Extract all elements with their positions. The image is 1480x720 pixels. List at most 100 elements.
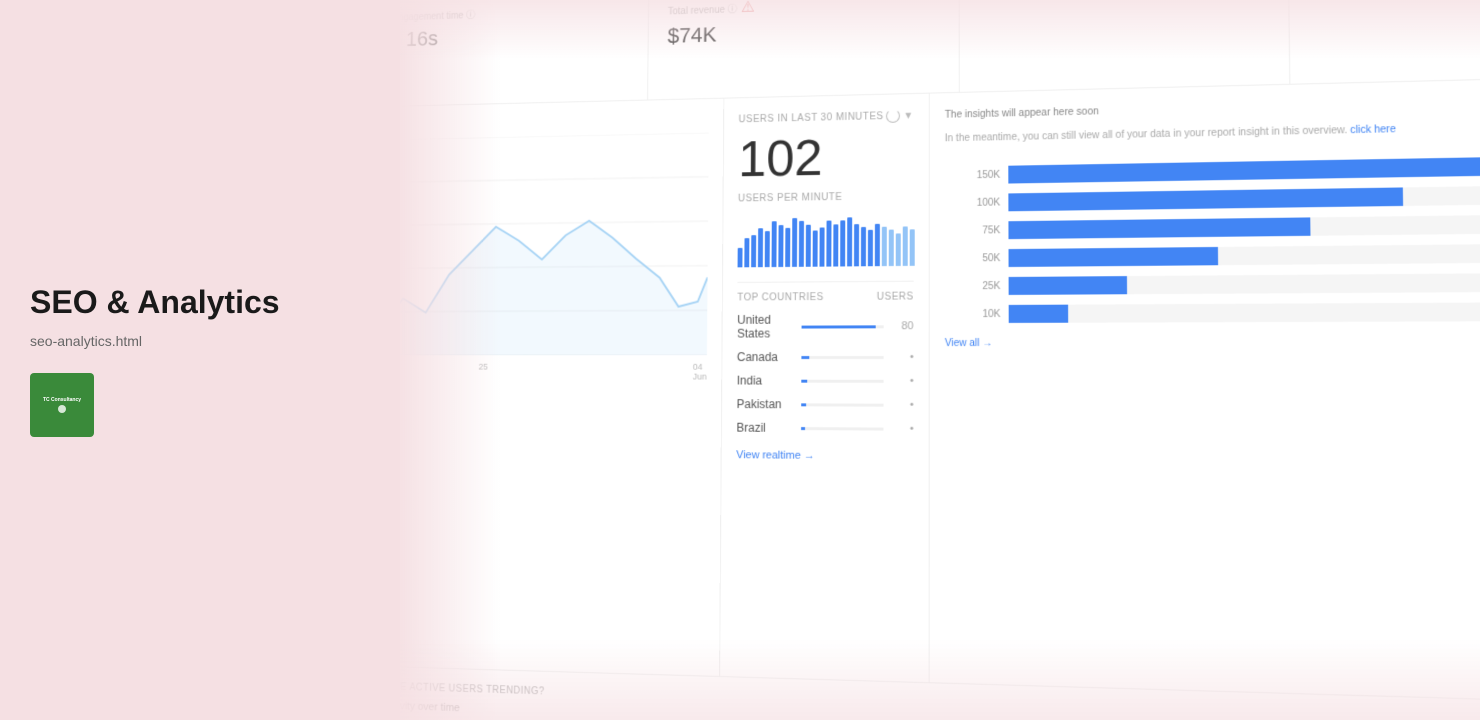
horiz-bar-track-2: [1008, 213, 1480, 239]
country-num-3: •: [894, 399, 914, 411]
thumbnail-title: TC Consultancy: [43, 397, 81, 403]
mini-bar-14: [833, 224, 838, 266]
main-content: Users 5K 4K 3K 2K 1K 0: [400, 76, 1480, 720]
revenue-value: $74K: [667, 15, 938, 48]
mini-bar-19: [868, 230, 873, 266]
country-row-0: United States 80: [737, 312, 914, 340]
country-num-4: •: [893, 423, 913, 435]
country-row-2: India•: [737, 374, 914, 388]
countries-header: TOP COUNTRIES USERS: [737, 292, 913, 304]
countries-section: TOP COUNTRIES USERS United States 80 Canad…: [736, 281, 913, 463]
page-title: SEO & Analytics: [30, 284, 370, 321]
country-name-3: Pakistan: [737, 397, 791, 411]
info-header: The insights will appear here soon: [945, 92, 1480, 122]
country-name-0: United States: [737, 313, 791, 341]
country-row-1: Canada •: [737, 350, 914, 364]
horiz-bar-row-1: 100K: [945, 184, 1480, 212]
insights-header-text: The insights will appear here soon: [945, 106, 1099, 120]
mini-bar-18: [861, 227, 866, 266]
mini-bar-8: [792, 218, 797, 267]
country-bar-container-3: [801, 403, 884, 406]
horiz-bar-row-2: 75K: [945, 213, 1480, 239]
mini-bar-23: [896, 233, 901, 266]
country-bar-fill-0: [801, 325, 875, 328]
horiz-bar-row-3: 50K: [945, 243, 1480, 268]
horiz-bar-row-5: 10K: [945, 302, 1480, 323]
horiz-bar-label-3: 50K: [945, 253, 1001, 264]
horiz-bar-label-5: 10K: [945, 308, 1001, 319]
horiz-bar-label-2: 75K: [945, 225, 1001, 237]
mini-bar-22: [889, 230, 894, 266]
horiz-bar-track-0: [1008, 155, 1480, 184]
country-bar-fill-3: [801, 403, 806, 406]
country-name-1: Canada: [737, 350, 791, 364]
top-countries-label: TOP COUNTRIES: [737, 292, 823, 303]
country-name-2: India: [737, 374, 791, 388]
country-bar-container-2: [801, 379, 884, 382]
horiz-bar-track-5: [1009, 302, 1480, 323]
country-bar-container-0: [801, 325, 884, 328]
realtime-sub-label: USERS PER MINUTE: [738, 191, 914, 204]
mini-bar-20: [875, 224, 880, 267]
line-chart-panel: Users 5K 4K 3K 2K 1K 0: [400, 99, 724, 720]
horiz-bar-fill-1: [1008, 187, 1403, 211]
horiz-bar-fill-5: [1009, 305, 1068, 323]
horiz-bar-track-3: [1009, 243, 1480, 267]
countries-list: United States80Canada•India•Pakistan•Bra…: [736, 312, 913, 435]
view-all-link[interactable]: View all →: [945, 337, 1480, 349]
country-name-4: Brazil: [736, 421, 790, 435]
horiz-bar-track-4: [1009, 272, 1480, 295]
mini-bar-11: [813, 231, 818, 267]
revenue-metric: Total revenue ⓘ ⚠ $74K: [648, 0, 960, 100]
horiz-bar-row-4: 25K: [945, 272, 1480, 295]
country-bar-fill-2: [801, 379, 808, 382]
country-num-1: •: [894, 351, 914, 363]
country-bar-container-4: [801, 427, 884, 431]
chart-title: Users: [400, 113, 709, 132]
mini-bar-15: [840, 221, 845, 267]
horiz-bar-fill-0: [1008, 157, 1480, 183]
country-num-0: 80: [894, 320, 914, 332]
info-link[interactable]: click here: [1350, 124, 1396, 136]
mini-bar-2: [751, 235, 756, 267]
line-chart-svg: [400, 133, 709, 356]
mini-bar-4: [765, 231, 770, 267]
left-panel: SEO & Analytics seo-analytics.html TC Co…: [0, 0, 400, 720]
chart-container: 5K 4K 3K 2K 1K 0: [400, 133, 709, 385]
refresh-icon[interactable]: [886, 109, 900, 123]
mini-bar-1: [744, 238, 749, 267]
horiz-bar-track-1: [1008, 184, 1480, 211]
view-realtime-link[interactable]: View realtime →: [736, 449, 913, 462]
thumbnail-icon: [58, 405, 66, 413]
mini-bar-25: [910, 230, 915, 266]
horiz-bar-row-0: 150K: [945, 155, 1480, 185]
country-row-3: Pakistan •: [737, 397, 914, 412]
info-panel: The insights will appear here soon In th…: [930, 76, 1480, 720]
filename-label: seo-analytics.html: [30, 333, 370, 349]
mini-bar-13: [826, 221, 831, 267]
horiz-bar-fill-4: [1009, 276, 1128, 295]
thumbnail[interactable]: TC Consultancy: [30, 373, 94, 437]
horizontal-bar-chart: 150K 100K 75K 50K 25K 10K: [945, 155, 1480, 323]
horiz-bar-fill-2: [1008, 217, 1310, 239]
realtime-header: USERS IN LAST 30 MINUTES ▼: [739, 109, 914, 127]
mini-bar-9: [799, 221, 804, 267]
mini-bar-16: [847, 217, 852, 266]
x-axis: 25 04Jun: [400, 362, 707, 382]
country-bar-container-1: [801, 356, 884, 359]
mini-bar-21: [882, 227, 887, 266]
mini-bar-7: [785, 228, 790, 267]
horiz-bar-label-0: 150K: [945, 169, 1000, 181]
engagement-value: 5m 16s: [400, 20, 629, 52]
country-bar-fill-1: [801, 356, 809, 359]
horiz-bar-label-4: 25K: [945, 281, 1001, 292]
horiz-bar-label-1: 100K: [945, 197, 1001, 209]
country-bar-fill-4: [801, 427, 805, 430]
horiz-bar-fill-3: [1009, 247, 1219, 267]
realtime-header-text: USERS IN LAST 30 MINUTES: [739, 111, 884, 125]
mini-bar-10: [806, 224, 811, 266]
users-per-minute-chart: [738, 212, 914, 268]
mini-bar-3: [758, 228, 763, 267]
mini-bar-5: [772, 222, 777, 267]
engagement-metric: Avg. engagement time ⓘ 5m 16s: [400, 0, 649, 107]
